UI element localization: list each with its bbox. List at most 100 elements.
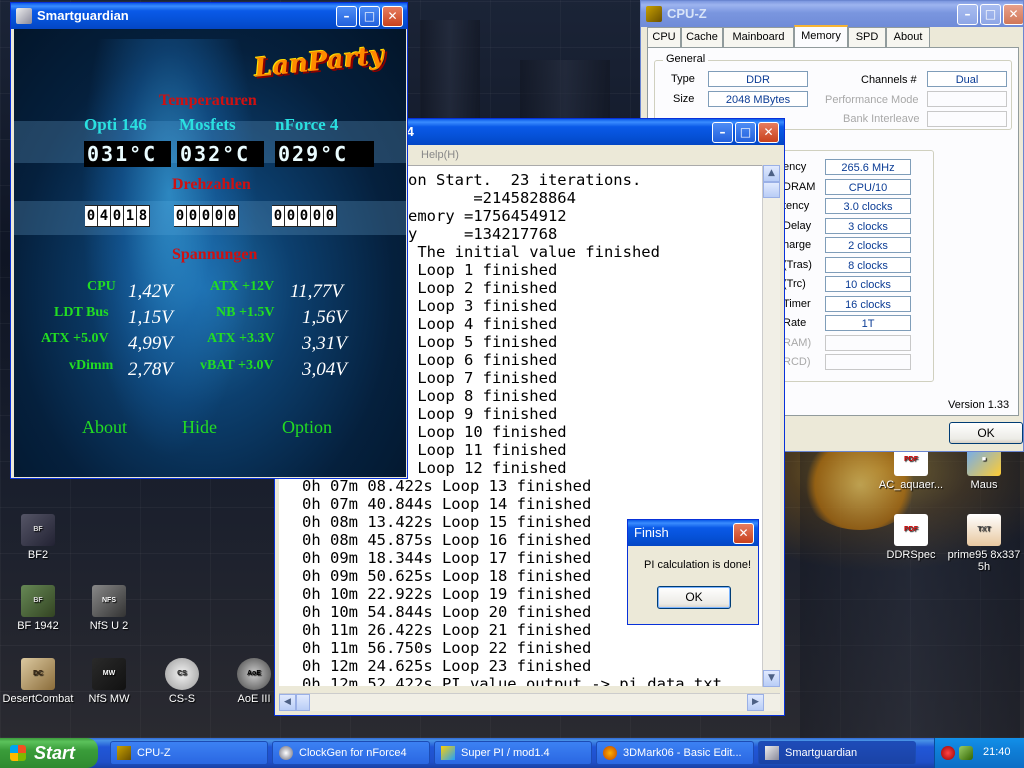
desktop-icon-prime95[interactable]: TXT prime95 8x337 5h [946,514,1022,573]
timing-value [825,335,911,351]
scroll-down-button[interactable]: ▼ [763,670,780,687]
fan-digit: 0 [285,206,297,226]
voltage-label: CPU [87,279,116,294]
tab-memory[interactable]: Memory [794,25,848,48]
taskbar-item-clockgen[interactable]: ClockGen for nForce4 [272,741,430,765]
taskbar-item-label: Super PI / mod1.4 [461,747,550,759]
taskbar-item-label: Smartguardian [785,747,858,759]
vertical-scrollbar[interactable]: ▲ ▼ [762,165,780,687]
voltage-label: LDT Bus [54,305,109,320]
taskbar-item-label: ClockGen for nForce4 [299,747,407,759]
desktop-icon-bf2[interactable]: BF BF2 [0,514,76,561]
timing-label: RAM) [783,337,812,349]
finish-title: Finish [634,525,669,540]
fan-digit: 8 [137,206,149,226]
tab-cpu[interactable]: CPU [647,27,681,47]
timing-label: Delay [783,220,812,232]
smartguardian-icon [16,8,32,24]
option-link[interactable]: Option [282,417,332,438]
taskbar-item-cpuz[interactable]: CPU-Z [110,741,268,765]
about-link[interactable]: About [82,417,127,438]
timing-label: Timer [783,298,811,310]
voltage-value: 2,78V [128,359,173,380]
smartguardian-icon [765,746,779,760]
desktop-icon-desertcombat[interactable]: DC DesertCombat [0,658,76,705]
tray-icon-1[interactable] [941,746,955,760]
timing-label: Rate [783,317,807,329]
fan-digit: 0 [226,206,238,226]
voltage-label: NB +1.5V [216,305,275,320]
tab-mainboard[interactable]: Mainboard [723,27,794,47]
tray-clock[interactable]: 21:40 [983,746,1011,758]
size-label: Size [673,93,695,105]
fan-digit: 1 [124,206,136,226]
taskbar-item-3dmark[interactable]: 3DMark06 - Basic Edit... [596,741,754,765]
output-line: 0h 10m 22.922s Loop 19 finished [302,585,592,603]
timing-value: 3 clocks [825,218,911,234]
desktop-icon-bf1942[interactable]: BF BF 1942 [0,585,76,632]
output-line: 0h 11m 56.750s Loop 22 finished [302,639,592,657]
temp-value-cpu: 031°C [84,141,171,167]
temp-value-mosfets: 032°C [177,141,264,167]
desktop-icon-ddrspec[interactable]: PDF DDRSpec [873,514,949,561]
start-button[interactable]: Start [0,738,98,768]
finish-ok-button[interactable]: OK [657,586,731,609]
timing-label: tency [783,200,810,212]
fan-digit: 0 [311,206,323,226]
maximize-button[interactable]: □ [359,6,380,27]
minimize-button[interactable]: – [957,4,978,25]
scroll-right-button[interactable]: ▶ [747,694,764,711]
scroll-left-button[interactable]: ◀ [279,694,296,711]
fan-digit: 0 [174,206,186,226]
aoe3-icon: AoE [237,658,271,690]
close-button[interactable]: ✕ [733,523,754,544]
close-button[interactable]: ✕ [382,6,403,27]
scroll-thumb[interactable] [763,182,780,198]
3dmark-icon [603,746,617,760]
timing-label: RCD) [783,356,811,368]
tab-spd[interactable]: SPD [848,27,886,47]
channels-field: Dual [927,71,1007,87]
tab-about[interactable]: About [886,27,930,47]
timing-label: (Tras) [783,259,812,271]
tray-icon-2[interactable] [959,746,973,760]
maximize-button[interactable]: □ [980,4,1001,25]
desktop-icon-nfsmw[interactable]: MW NfS MW [71,658,147,705]
desertcombat-icon: DC [21,658,55,690]
finish-titlebar[interactable]: Finish ✕ [628,520,758,546]
output-line: 0h 09m 50.625s Loop 18 finished [302,567,592,585]
taskbar-item-superpi[interactable]: Super PI / mod1.4 [434,741,592,765]
timing-value: 2 clocks [825,237,911,253]
smartguardian-titlebar[interactable]: Smartguardian – □ ✕ [11,3,407,29]
finish-dialog: Finish ✕ PI calculation is done! OK [627,519,759,625]
menu-help[interactable]: Help(H) [421,149,459,161]
minimize-button[interactable]: – [336,6,357,27]
cpuz-titlebar[interactable]: CPU-Z – □ ✕ [641,1,1023,27]
performance-mode-label: Performance Mode [825,94,919,106]
hide-link[interactable]: Hide [182,417,217,438]
scroll-up-button[interactable]: ▲ [763,165,780,182]
timing-label: ency [783,161,807,173]
minimize-button[interactable]: – [712,122,733,143]
finish-body: PI calculation is done! OK [631,546,755,621]
output-line: 35s The initial value finished [380,243,660,261]
lanparty-logo: LanParty [252,40,386,84]
finish-message: PI calculation is done! [644,559,752,571]
desktop-icon-css[interactable]: CS CS-S [144,658,220,705]
scroll-thumb[interactable] [296,694,310,711]
voltage-value: 3,04V [302,359,347,380]
smartguardian-title: Smartguardian [37,8,129,23]
close-button[interactable]: ✕ [1003,4,1023,25]
horizontal-scrollbar[interactable]: ◀ ▶ [279,693,780,711]
voltage-value: 1,15V [128,307,173,328]
windows-logo-icon [10,745,26,761]
fan-digit: 0 [187,206,199,226]
maximize-button[interactable]: □ [735,122,756,143]
timing-label: (Trc) [783,278,806,290]
close-button[interactable]: ✕ [758,122,779,143]
desktop-icon-nfsu2[interactable]: NFS NfS U 2 [71,585,147,632]
voltage-label: ATX +5.0V [41,331,109,346]
cpuz-ok-button[interactable]: OK [949,422,1023,444]
taskbar-item-smartguardian[interactable]: Smartguardian [758,741,916,765]
tab-cache[interactable]: Cache [681,27,723,47]
